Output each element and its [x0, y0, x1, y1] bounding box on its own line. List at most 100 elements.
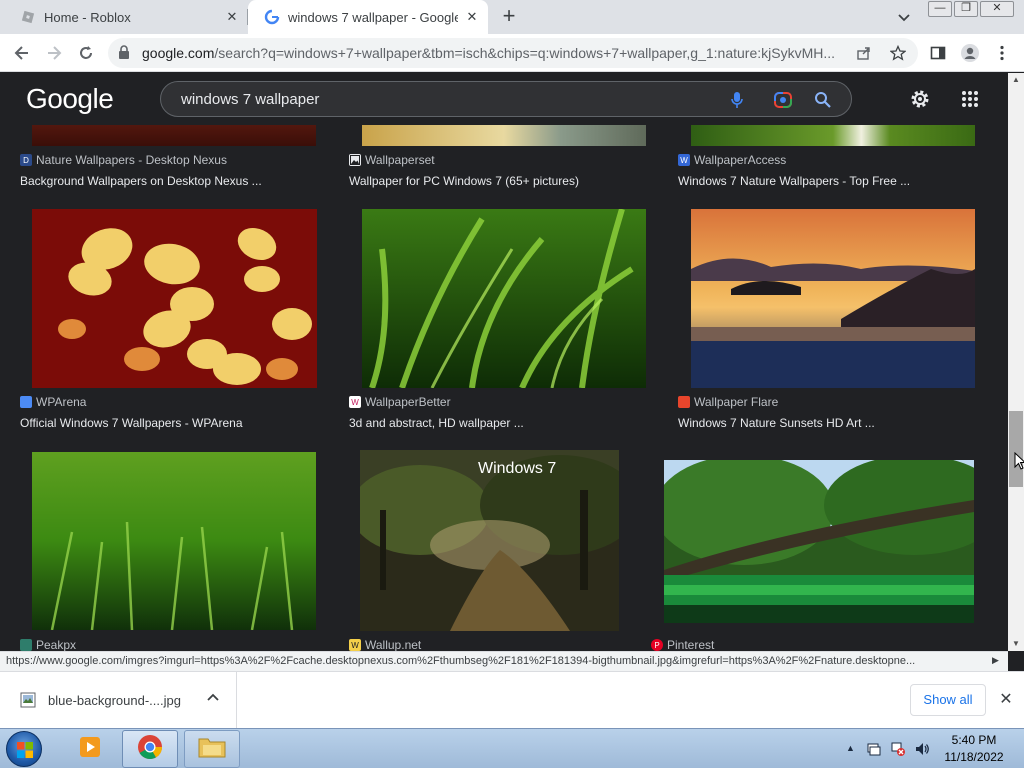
pinterest-favicon-icon: P [651, 639, 663, 651]
close-window-button[interactable]: ✕ [980, 1, 1014, 17]
mic-icon[interactable] [727, 90, 747, 110]
result-caption[interactable]: Official Windows 7 Wallpapers - WPArena [20, 416, 243, 430]
tab-title: windows 7 wallpaper - Google Search [288, 9, 458, 25]
address-bar[interactable]: google.com/search?q=windows+7+wallpaper&… [108, 38, 918, 68]
thumbnail-overlay-text: Windows 7 [478, 460, 557, 477]
tab-close-icon[interactable]: ✕ [464, 9, 480, 25]
wallpaper-flare-favicon-icon [678, 396, 690, 408]
result-source[interactable]: W WallpaperAccess [678, 153, 786, 167]
windows-logo-icon [16, 741, 34, 759]
google-favicon-icon [264, 9, 280, 25]
folder-icon [197, 734, 227, 765]
restore-button[interactable]: ❐ [954, 1, 978, 17]
forward-icon[interactable] [44, 43, 64, 63]
tab-title: Home - Roblox [44, 9, 131, 25]
search-icon[interactable] [813, 90, 833, 110]
result-thumbnail[interactable] [32, 125, 316, 146]
scroll-down-arrow-icon[interactable]: ▼ [1008, 639, 1024, 651]
url-path: /search?q=windows+7+wallpaper&tbm=isch&c… [214, 45, 836, 61]
volume-icon[interactable] [914, 741, 930, 757]
result-source[interactable]: W WallpaperBetter [349, 395, 451, 409]
source-name: WallpaperAccess [694, 153, 787, 167]
tab-google-search[interactable]: windows 7 wallpaper - Google Search ✕ [248, 0, 488, 34]
share-icon[interactable] [854, 43, 874, 63]
result-thumbnail-grass-dew[interactable] [362, 209, 646, 388]
media-player-icon [77, 734, 103, 765]
tab-strip: Home - Roblox ✕ windows 7 wallpaper - Go… [0, 0, 1024, 34]
image-results: D Nature Wallpapers - Desktop Nexus Back… [0, 125, 1008, 651]
star-icon[interactable] [888, 43, 908, 63]
page-scrollbar[interactable]: ▲ ▼ [1008, 73, 1024, 651]
result-thumbnail-tree-lake[interactable] [664, 460, 974, 623]
url-host: google.com [142, 45, 215, 61]
source-name: Pinterest [667, 638, 715, 651]
result-thumbnail-forest-path[interactable]: Windows 7 [360, 450, 619, 631]
clock-time[interactable]: 5:40 PM [942, 733, 1006, 747]
action-center-icon[interactable] [866, 741, 882, 757]
result-source[interactable]: P Pinterest [651, 638, 714, 651]
lens-icon[interactable] [773, 90, 793, 110]
url-text: google.com/search?q=windows+7+wallpaper&… [142, 45, 842, 61]
source-name: Wallpaperset [365, 153, 435, 167]
result-source[interactable]: D Nature Wallpapers - Desktop Nexus [20, 153, 227, 167]
result-source[interactable]: WPArena [20, 395, 86, 409]
result-thumbnail-autumn-leaves[interactable] [32, 209, 317, 388]
result-source[interactable]: Wallpaperset [349, 153, 435, 167]
show-all-button[interactable]: Show all [910, 684, 986, 716]
source-name: Wallup.net [365, 638, 422, 651]
taskbar-explorer[interactable] [184, 730, 240, 768]
result-thumbnail[interactable] [691, 125, 975, 146]
settings-icon[interactable] [908, 87, 932, 111]
back-icon[interactable] [12, 43, 32, 63]
result-caption[interactable]: Background Wallpapers on Desktop Nexus .… [20, 174, 262, 188]
download-file-name: blue-background-....jpg [48, 693, 181, 708]
image-file-icon [20, 692, 36, 708]
taskbar-chrome[interactable] [122, 730, 178, 768]
browser-window: Home - Roblox ✕ windows 7 wallpaper - Go… [0, 0, 1024, 768]
result-thumbnail-green-grass[interactable] [32, 452, 316, 630]
status-arrow-icon: ▶ [992, 655, 999, 665]
result-caption[interactable]: Wallpaper for PC Windows 7 (65+ pictures… [349, 174, 579, 188]
search-input[interactable]: windows 7 wallpaper [181, 91, 319, 108]
wallup-favicon-icon: W [349, 639, 361, 651]
google-logo[interactable]: Google [26, 83, 114, 115]
side-panel-icon[interactable] [928, 43, 948, 63]
result-caption[interactable]: 3d and abstract, HD wallpaper ... [349, 416, 524, 430]
result-source[interactable]: Wallpaper Flare [678, 395, 778, 409]
search-box[interactable]: windows 7 wallpaper [160, 81, 852, 117]
chevron-up-icon[interactable] [205, 690, 221, 706]
google-header: Google windows 7 wallpaper [0, 73, 1008, 125]
close-download-shelf-icon[interactable]: ✕ [998, 692, 1014, 708]
start-button[interactable] [6, 731, 42, 767]
new-tab-button[interactable]: + [498, 5, 520, 27]
download-item[interactable]: blue-background-....jpg [0, 672, 237, 729]
image-favicon-icon [349, 154, 361, 166]
roblox-favicon-icon [20, 9, 36, 25]
clock-date[interactable]: 11/18/2022 [942, 750, 1006, 764]
taskbar-media-player[interactable] [62, 730, 118, 768]
wallpaperaccess-favicon-icon: W [678, 154, 690, 166]
result-caption[interactable]: Windows 7 Nature Sunsets HD Art ... [678, 416, 875, 430]
peakpx-favicon-icon [20, 639, 32, 651]
profile-icon[interactable] [960, 43, 980, 63]
network-icon[interactable] [890, 741, 906, 757]
minimize-button[interactable]: — [928, 1, 952, 17]
lock-icon[interactable] [118, 45, 132, 61]
scroll-up-arrow-icon[interactable]: ▲ [1008, 75, 1024, 87]
wparena-favicon-icon [20, 396, 32, 408]
tab-close-icon[interactable]: ✕ [224, 9, 240, 25]
status-url: https://www.google.com/imgres?imgurl=htt… [6, 655, 916, 667]
apps-icon[interactable] [958, 87, 982, 111]
result-source[interactable]: W Wallup.net [349, 638, 421, 651]
source-name: Peakpx [36, 638, 77, 651]
result-caption[interactable]: Windows 7 Nature Wallpapers - Top Free .… [678, 174, 910, 188]
reload-icon[interactable] [76, 43, 96, 63]
result-thumbnail[interactable] [362, 125, 646, 146]
scrollbar-thumb[interactable] [1009, 411, 1023, 487]
result-thumbnail-sunset-lake[interactable] [691, 209, 975, 388]
tab-search-chevron-down-icon[interactable] [896, 9, 912, 25]
show-hidden-icons-icon[interactable]: ▲ [846, 743, 862, 759]
tab-roblox[interactable]: Home - Roblox ✕ [4, 0, 248, 34]
menu-icon[interactable] [992, 43, 1012, 63]
result-source[interactable]: Peakpx [20, 638, 76, 651]
